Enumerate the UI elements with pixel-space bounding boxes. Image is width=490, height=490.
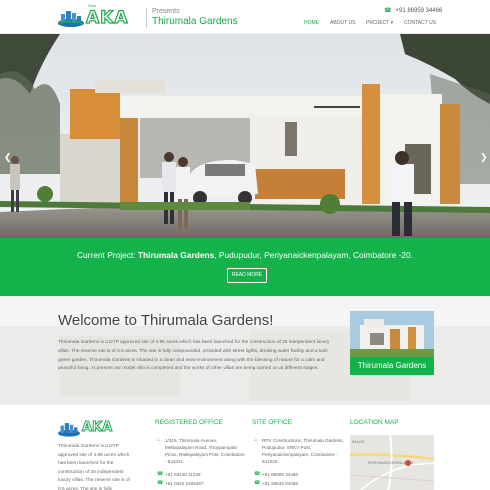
registered-office-phone2: ☎ +91 0422 2465457 [157, 480, 247, 487]
building-logo-icon [58, 11, 84, 27]
site-office-phone2: ☎ +91 93633 84466 [254, 480, 344, 487]
nav-project[interactable]: PROJECT ▾ [366, 20, 393, 26]
hero-slider: ❮ ❯ [0, 34, 490, 238]
location-map[interactable]: BALOR PERIYANAICKENPALAYAM [350, 435, 434, 490]
home-icon: ⌂ [157, 437, 161, 443]
header-divider [146, 8, 147, 28]
footer-logo[interactable]: AKA [58, 419, 118, 437]
registered-office-phone2-text[interactable]: +91 0422 2465457 [165, 481, 203, 486]
welcome-title: Welcome to Thirumala Gardens! [58, 312, 274, 329]
project-card-caption: Thirumala Gardens [350, 357, 434, 375]
chevron-down-icon: ▾ [390, 20, 394, 26]
page: Sree AKA Presents Thirumala Gardens ☎ +91… [0, 0, 490, 490]
site-footer: AKA Thirumala Gardens is a DTP approved … [0, 404, 490, 490]
presents-label: Presents [152, 8, 180, 15]
phone-icon: ☎ [157, 480, 164, 486]
nav-contact-us[interactable]: CONTACT US [404, 20, 436, 26]
home-icon: ⌂ [254, 437, 258, 443]
registered-office-address: ⌂ 1/315, Thirumala Avenue, Mettupalayam R… [157, 437, 247, 465]
site-office-phone1-text[interactable]: +91 86959 34466 [262, 472, 298, 477]
logo[interactable]: Sree AKA [58, 3, 144, 29]
welcome-text: Thirumala Gardens is a DTP approved site… [58, 340, 330, 372]
project-card[interactable]: Thirumala Gardens [350, 311, 434, 375]
nav-home[interactable]: HOME [304, 20, 319, 26]
phone-number[interactable]: +91 86959 34466 [395, 8, 442, 14]
registered-office-phone1-text[interactable]: +91 93448 11228 [165, 472, 201, 477]
building-logo-icon [58, 423, 80, 437]
site-office-phone2-text[interactable]: +91 93633 84466 [262, 481, 298, 486]
footer-logo-text: AKA [81, 420, 113, 436]
site-office-address-text: RPV Constructions, Thirumala Gardens, Pu… [262, 438, 344, 464]
phone-icon: ☎ [384, 8, 392, 14]
nav-project-label: PROJECT [366, 20, 390, 26]
site-office-heading: SITE OFFICE [252, 419, 293, 426]
registered-office-address-text: 1/315, Thirumala Avenue, Mettupalayam Ro… [165, 438, 245, 464]
read-more-button[interactable]: READ MORE [227, 268, 267, 283]
nav-about-us[interactable]: ABOUT US [330, 20, 355, 26]
welcome-section: Welcome to Thirumala Gardens! Thirumala … [0, 296, 490, 404]
site-office-address: ⌂ RPV Constructions, Thirumala Gardens, P… [254, 437, 344, 465]
site-header: Sree AKA Presents Thirumala Gardens ☎ +91… [0, 0, 490, 34]
current-project-name: Thirumala Gardens [137, 250, 215, 260]
phone-icon: ☎ [157, 471, 164, 477]
chevron-left-icon[interactable]: ❮ [4, 152, 12, 163]
current-project-prefix: Current Project: [76, 250, 138, 260]
chevron-right-icon[interactable]: ❯ [480, 152, 488, 163]
phone-icon: ☎ [254, 471, 261, 477]
current-project-text: Current Project: Thirumala Gardens, Pudu… [0, 250, 490, 260]
current-project-band: Current Project: Thirumala Gardens, Pudu… [0, 238, 490, 296]
project-card-image [350, 311, 434, 357]
registered-office-phone1: ☎ +91 93448 11228 [157, 471, 247, 478]
map-label-periyanaickenpalayam: PERIYANAICKENPALAYAM [368, 461, 414, 465]
header-project-name: Thirumala Gardens [152, 16, 238, 27]
header-phone: ☎ +91 86959 34466 [384, 7, 442, 14]
map-label-balor: BALOR [352, 440, 365, 444]
site-office-phone1: ☎ +91 86959 34466 [254, 471, 344, 478]
logo-text: AKA [85, 7, 129, 28]
hero-villa-image [0, 34, 490, 238]
current-project-location: , Pudupudur, Periyanaickenpalayam, Coimb… [214, 250, 414, 260]
location-map-heading: LOCATION MAP [350, 419, 399, 426]
footer-about-text: Thirumala Gardens is a DTP approved site… [58, 444, 130, 490]
registered-office-heading: REGISTERED OFFICE [155, 419, 223, 426]
phone-icon: ☎ [254, 480, 261, 486]
